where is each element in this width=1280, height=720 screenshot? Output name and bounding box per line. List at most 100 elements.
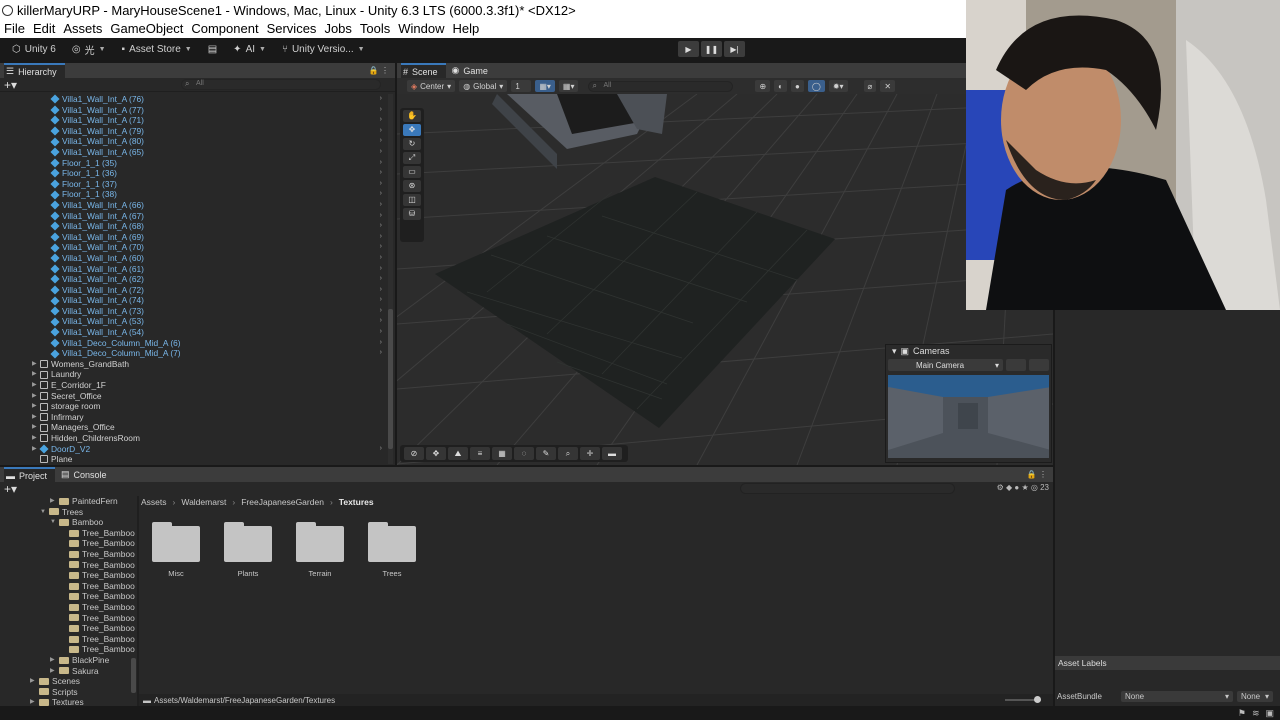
asset-store-button[interactable]: ▪ Asset Store ▼ [118,41,196,59]
overlay-tool-8[interactable]: ⌕ [558,447,578,460]
overlay-tool-4[interactable]: ≡ [470,447,490,460]
expand-arrow-icon[interactable]: ▶ [50,655,59,666]
folder-tile-trees[interactable]: Trees [366,522,418,578]
overlay-tool-5[interactable]: ▦ [492,447,512,460]
unity-account-button[interactable]: ⬡ Unity 6 [8,41,60,59]
project-tree-item[interactable]: ▶ Textures [0,697,137,706]
project-tree-item[interactable]: Tree_Bamboo [0,623,137,634]
overlay-tool-2[interactable]: ✥ [426,447,446,460]
project-tree-item[interactable]: ▶ Scenes [0,676,137,687]
hierarchy-scrollbar[interactable] [388,94,393,464]
breadcrumb-item[interactable]: Waldemarst [181,497,226,507]
overlay-tool-3[interactable]: ⛰ [448,447,468,460]
rect-tool-button[interactable]: ▭ [403,166,421,178]
hierarchy-item[interactable]: Villa1_Wall_Int_A (70) › [0,242,387,253]
hierarchy-item[interactable]: Villa1_Wall_Int_A (61) › [0,264,387,275]
hierarchy-item[interactable]: Floor_1_1 (35) › [0,158,387,169]
tab-hierarchy[interactable]: ☰ Hierarchy [4,62,65,79]
hierarchy-search-input[interactable]: All [181,79,381,90]
menu-gameobject[interactable]: GameObject [110,21,183,36]
play-button[interactable]: ▶ [678,41,699,57]
hierarchy-item[interactable]: Villa1_Wall_Int_A (66) › [0,200,387,211]
hierarchy-item[interactable]: Villa1_Wall_Int_A (74) › [0,295,387,306]
expand-arrow-icon[interactable]: ▶ [32,433,40,444]
chevron-right-icon[interactable]: › [380,285,382,296]
chevron-right-icon[interactable]: › [380,232,382,243]
chevron-right-icon[interactable]: › [380,295,382,306]
chevron-right-icon[interactable]: › [380,306,382,317]
camera-fit-button[interactable] [1029,359,1049,371]
custom-tool-button[interactable]: ◫ [403,194,421,206]
camera-info-button[interactable] [1006,359,1026,371]
hierarchy-item[interactable]: ▶ DoorD_V2 › [0,444,387,455]
hierarchy-item[interactable]: Floor_1_1 (38) › [0,189,387,200]
project-split-divider[interactable] [137,496,139,706]
expand-arrow-icon[interactable]: ▶ [32,380,40,391]
layers-icon[interactable]: ≋ [1252,708,1260,719]
tab-project[interactable]: ▬ Project [4,466,56,483]
hierarchy-item[interactable]: Villa1_Wall_Int_A (73) › [0,306,387,317]
chevron-right-icon[interactable]: › [380,136,382,147]
collapse-icon[interactable]: ▾ [892,346,897,357]
breadcrumb-item[interactable]: FreeJapaneseGarden [241,497,324,507]
hierarchy-item[interactable]: Villa1_Wall_Int_A (77) › [0,105,387,116]
project-tree-item[interactable]: Tree_Bamboo [0,591,137,602]
menu-component[interactable]: Component [191,21,258,36]
probuilder-tool-button[interactable]: ⛁ [403,208,421,220]
project-tree-item[interactable]: Tree_Bamboo [0,549,137,560]
hierarchy-item[interactable]: ▶ E_Corridor_1F [0,380,387,391]
hierarchy-item[interactable]: Villa1_Wall_Int_A (76) › [0,94,387,105]
hierarchy-item[interactable]: Villa1_Wall_Int_A (71) › [0,115,387,126]
project-tree-item[interactable]: ▶ PaintedFern [0,496,137,507]
lighting-toggle[interactable]: ◐ [774,80,788,92]
chevron-right-icon[interactable]: › [380,179,382,190]
chevron-right-icon[interactable]: › [380,274,382,285]
transform-tool-button[interactable]: ⊛ [403,180,421,192]
project-tree-item[interactable]: Tree_Bamboo [0,644,137,655]
hierarchy-item[interactable]: Villa1_Wall_Int_A (79) › [0,126,387,137]
project-tree-item[interactable]: Tree_Bamboo [0,570,137,581]
shaded-toggle[interactable]: ● [791,80,804,92]
hierarchy-item[interactable]: Villa1_Deco_Column_Mid_A (6) › [0,338,387,349]
menu-jobs[interactable]: Jobs [324,21,351,36]
chevron-right-icon[interactable]: › [380,221,382,232]
package-manager-button[interactable]: ▤ [204,41,221,59]
hidden-toggle[interactable]: ⌀ [863,80,877,92]
project-tree-item[interactable]: Scripts [0,687,137,698]
menu-file[interactable]: File [4,21,25,36]
folder-tile-plants[interactable]: Plants [222,522,274,578]
tab-console[interactable]: ▤ Console [59,467,115,483]
menu-help[interactable]: Help [453,21,480,36]
chevron-right-icon[interactable]: › [380,189,382,200]
project-tree-item[interactable]: ▶ Sakura [0,666,137,677]
overlay-tool-9[interactable]: ✛ [580,447,600,460]
chevron-right-icon[interactable]: › [380,105,382,116]
project-tree-item[interactable]: ▶ BlackPine [0,655,137,666]
expand-arrow-icon[interactable]: ▶ [50,666,59,677]
folder-tile-terrain[interactable]: Terrain [294,522,346,578]
effects-dropdown[interactable]: ✹▾ [828,80,848,92]
hierarchy-item[interactable]: ▶ Secret_Office [0,391,387,402]
project-tree-item[interactable]: Tree_Bamboo [0,581,137,592]
hierarchy-item[interactable]: Floor_1_1 (36) › [0,168,387,179]
chevron-right-icon[interactable]: › [380,338,382,349]
breadcrumb-item[interactable]: Assets [141,497,167,507]
hierarchy-item[interactable]: Villa1_Wall_Int_A (65) › [0,147,387,158]
menu-assets[interactable]: Assets [63,21,102,36]
project-tree-item[interactable]: Tree_Bamboo [0,613,137,624]
chevron-right-icon[interactable]: › [380,158,382,169]
hierarchy-item[interactable]: Villa1_Deco_Column_Mid_A (7) › [0,348,387,359]
chevron-right-icon[interactable]: › [380,115,382,126]
hierarchy-item[interactable]: Villa1_Wall_Int_A (53) › [0,316,387,327]
menu-services[interactable]: Services [267,21,317,36]
hierarchy-item[interactable]: Floor_1_1 (37) › [0,179,387,190]
scene-search-input[interactable]: All [588,80,734,92]
version-control-button[interactable]: ⑂ Unity Versio... ▼ [278,41,369,59]
project-tree-item[interactable]: Tree_Bamboo [0,602,137,613]
expand-arrow-icon[interactable]: ▶ [30,676,39,687]
chevron-right-icon[interactable]: › [380,242,382,253]
project-tree-item[interactable]: Tree_Bamboo [0,528,137,539]
menu-edit[interactable]: Edit [33,21,55,36]
hierarchy-item[interactable]: ▶ Womens_GrandBath [0,359,387,370]
ai-button[interactable]: ✦ AI ▼ [229,41,270,59]
